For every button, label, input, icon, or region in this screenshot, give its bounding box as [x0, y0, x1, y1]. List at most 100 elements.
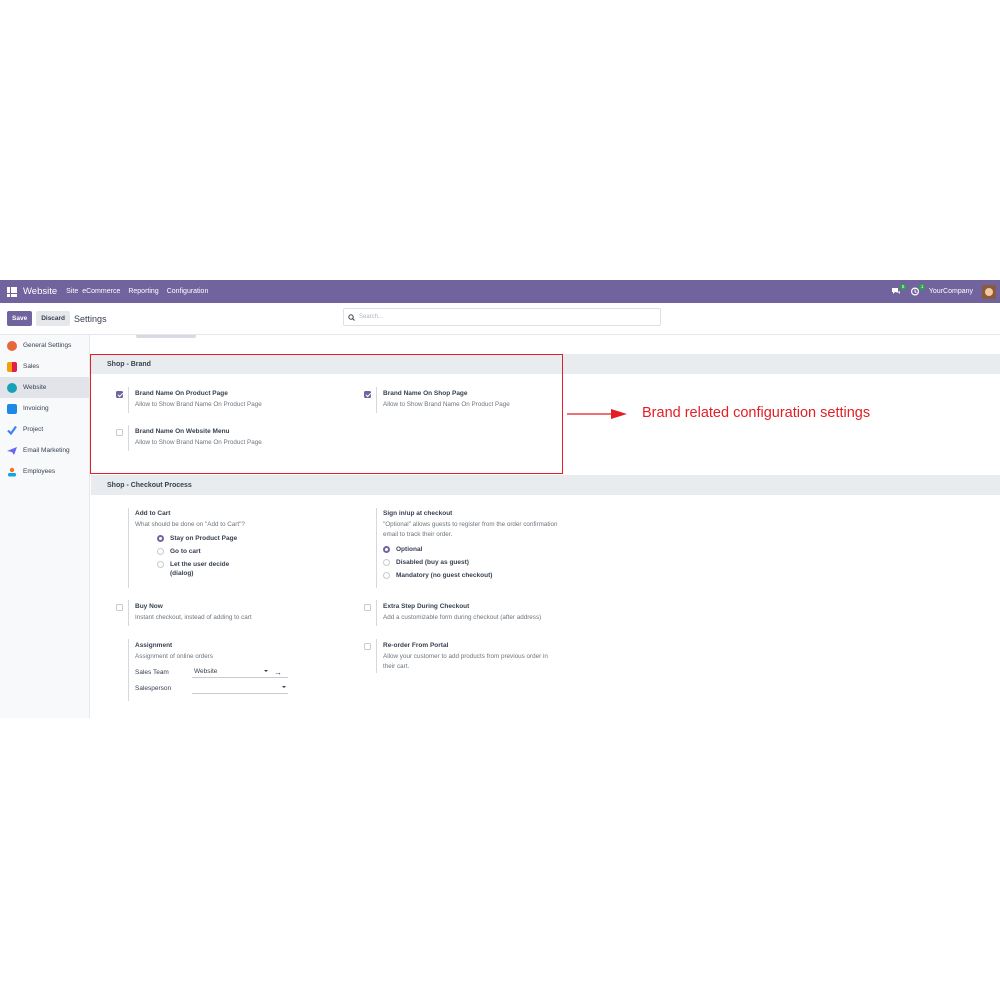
- radio-button[interactable]: [157, 534, 164, 542]
- previous-section-remnant: [136, 335, 196, 338]
- sidebar-item-sales[interactable]: Sales: [0, 356, 89, 377]
- reorder-portal-checkbox[interactable]: [364, 643, 371, 650]
- setting-divider: [128, 600, 129, 626]
- sales-icon: [7, 361, 17, 372]
- sales-team-value: Website: [194, 667, 218, 675]
- website-icon: [7, 382, 17, 393]
- settings-sidebar: General Settings Sales Website Invoicing…: [0, 335, 90, 718]
- sidebar-item-employees[interactable]: Employees: [0, 461, 89, 482]
- setting-description: Instant checkout, instead of adding to c…: [135, 614, 252, 621]
- chevron-down-icon: [282, 685, 286, 688]
- menu-ecommerce[interactable]: eCommerce: [82, 288, 120, 295]
- radio-label: Mandatory (no guest checkout): [396, 572, 493, 579]
- control-panel: Save Discard Settings Search...: [0, 303, 1000, 335]
- salesperson-label: Salesperson: [135, 685, 172, 692]
- setting-description: email to track their order.: [383, 530, 453, 538]
- radio-optional[interactable]: Optional: [383, 545, 558, 554]
- radio-button[interactable]: [157, 560, 164, 568]
- sidebar-item-general-settings[interactable]: General Settings: [0, 335, 89, 356]
- radio-label-sub: (dialog): [170, 569, 194, 577]
- radio-go-to-cart[interactable]: Go to cart: [157, 547, 245, 556]
- radio-button[interactable]: [383, 572, 390, 579]
- radio-stay-on-product-page[interactable]: Stay on Product Page: [157, 534, 245, 543]
- setting-description: Assignment of online orders: [135, 653, 214, 660]
- annotation-text: Brand related configuration settings: [642, 405, 871, 421]
- activity-badge: 1: [919, 284, 925, 290]
- sales-team-row: Sales Team Website →: [135, 668, 288, 678]
- setting-divider: [128, 508, 129, 588]
- salesperson-select[interactable]: [192, 684, 288, 694]
- setting-label: Re-order From Portal: [383, 642, 449, 649]
- sales-team-select[interactable]: Website: [192, 668, 288, 678]
- messages-badge: 5: [900, 284, 906, 290]
- radio-label: Disabled (buy as guest): [396, 559, 469, 566]
- sidebar-item-label: Employees: [23, 468, 56, 475]
- setting-divider: [376, 508, 377, 588]
- sidebar-item-label: Invoicing: [23, 405, 49, 412]
- setting-label: Sign in/up at checkout: [383, 510, 453, 517]
- app-brand[interactable]: Website: [23, 286, 57, 297]
- radio-label: Optional: [396, 546, 423, 553]
- general-settings-icon: [7, 340, 17, 351]
- salesperson-row: Salesperson: [135, 684, 288, 694]
- radio-mandatory[interactable]: Mandatory (no guest checkout): [383, 571, 558, 580]
- setting-divider: [376, 600, 377, 626]
- project-icon: [7, 425, 17, 435]
- radio-button[interactable]: [383, 559, 390, 566]
- buy-now-checkbox[interactable]: [116, 604, 123, 611]
- search-icon: [348, 313, 355, 321]
- setting-extra-step: Extra Step During Checkout Add a customi…: [383, 603, 541, 623]
- menu-site[interactable]: Site: [66, 288, 78, 295]
- sidebar-item-label: Sales: [23, 363, 40, 370]
- employees-icon: [7, 467, 17, 477]
- setting-assignment: Assignment Assignment of online orders S…: [135, 642, 288, 694]
- menu-configuration[interactable]: Configuration: [167, 288, 209, 295]
- sidebar-item-label: Project: [23, 426, 44, 433]
- radio-disabled[interactable]: Disabled (buy as guest): [383, 558, 558, 567]
- user-avatar[interactable]: [982, 284, 996, 299]
- top-navbar: Website Site eCommerce Reporting Configu…: [0, 280, 1000, 303]
- setting-divider: [376, 639, 377, 673]
- activity-icon[interactable]: 1: [910, 284, 925, 296]
- setting-add-to-cart: Add to Cart What should be done on "Add …: [135, 510, 245, 578]
- sales-team-label: Sales Team: [135, 669, 169, 676]
- sidebar-item-email-marketing[interactable]: Email Marketing: [0, 440, 89, 461]
- setting-sign-in-checkout: Sign in/up at checkout "Optional" allows…: [383, 510, 558, 580]
- odoo-window: Website Site eCommerce Reporting Configu…: [0, 280, 1000, 718]
- radio-label: Go to cart: [170, 547, 201, 555]
- sidebar-item-project[interactable]: Project: [0, 419, 89, 440]
- setting-description: What should be done on "Add to Cart"?: [135, 521, 245, 528]
- email-marketing-icon: [7, 446, 17, 456]
- messages-icon[interactable]: 5: [891, 284, 906, 296]
- sidebar-item-label: General Settings: [23, 342, 72, 349]
- sidebar-item-label: Email Marketing: [23, 447, 70, 454]
- apps-menu-icon[interactable]: [7, 286, 17, 297]
- chevron-down-icon: [264, 669, 268, 672]
- search-input[interactable]: Search...: [343, 308, 661, 326]
- invoicing-icon: [7, 403, 17, 414]
- setting-description: Add a customizable form during checkout …: [383, 614, 542, 621]
- sidebar-item-label: Website: [23, 384, 47, 391]
- radio-button[interactable]: [383, 546, 390, 553]
- sidebar-item-invoicing[interactable]: Invoicing: [0, 398, 89, 419]
- annotation-arrow-icon: [567, 409, 627, 419]
- company-switcher[interactable]: YourCompany: [929, 288, 973, 295]
- setting-description: Allow your customer to add products from…: [383, 653, 548, 660]
- extra-step-checkbox[interactable]: [364, 604, 371, 611]
- setting-label: Buy Now: [135, 603, 163, 610]
- menu-reporting[interactable]: Reporting: [128, 288, 158, 295]
- highlight-box: [90, 354, 563, 474]
- radio-label: Let the user decide: [170, 560, 230, 568]
- radio-let-user-decide[interactable]: Let the user decide (dialog): [157, 560, 245, 578]
- section-header-checkout: Shop - Checkout Process: [91, 475, 1000, 495]
- radio-button[interactable]: [157, 547, 164, 555]
- setting-label: Add to Cart: [135, 510, 171, 517]
- setting-label: Extra Step During Checkout: [383, 603, 470, 610]
- setting-label: Assignment: [135, 642, 173, 649]
- setting-reorder-portal: Re-order From Portal Allow your customer…: [383, 642, 548, 671]
- setting-description: "Optional" allows guests to register fro…: [383, 521, 558, 528]
- save-button[interactable]: Save: [7, 311, 33, 326]
- page-title: Settings: [74, 313, 107, 324]
- sidebar-item-website[interactable]: Website: [0, 377, 89, 398]
- discard-button[interactable]: Discard: [36, 311, 71, 326]
